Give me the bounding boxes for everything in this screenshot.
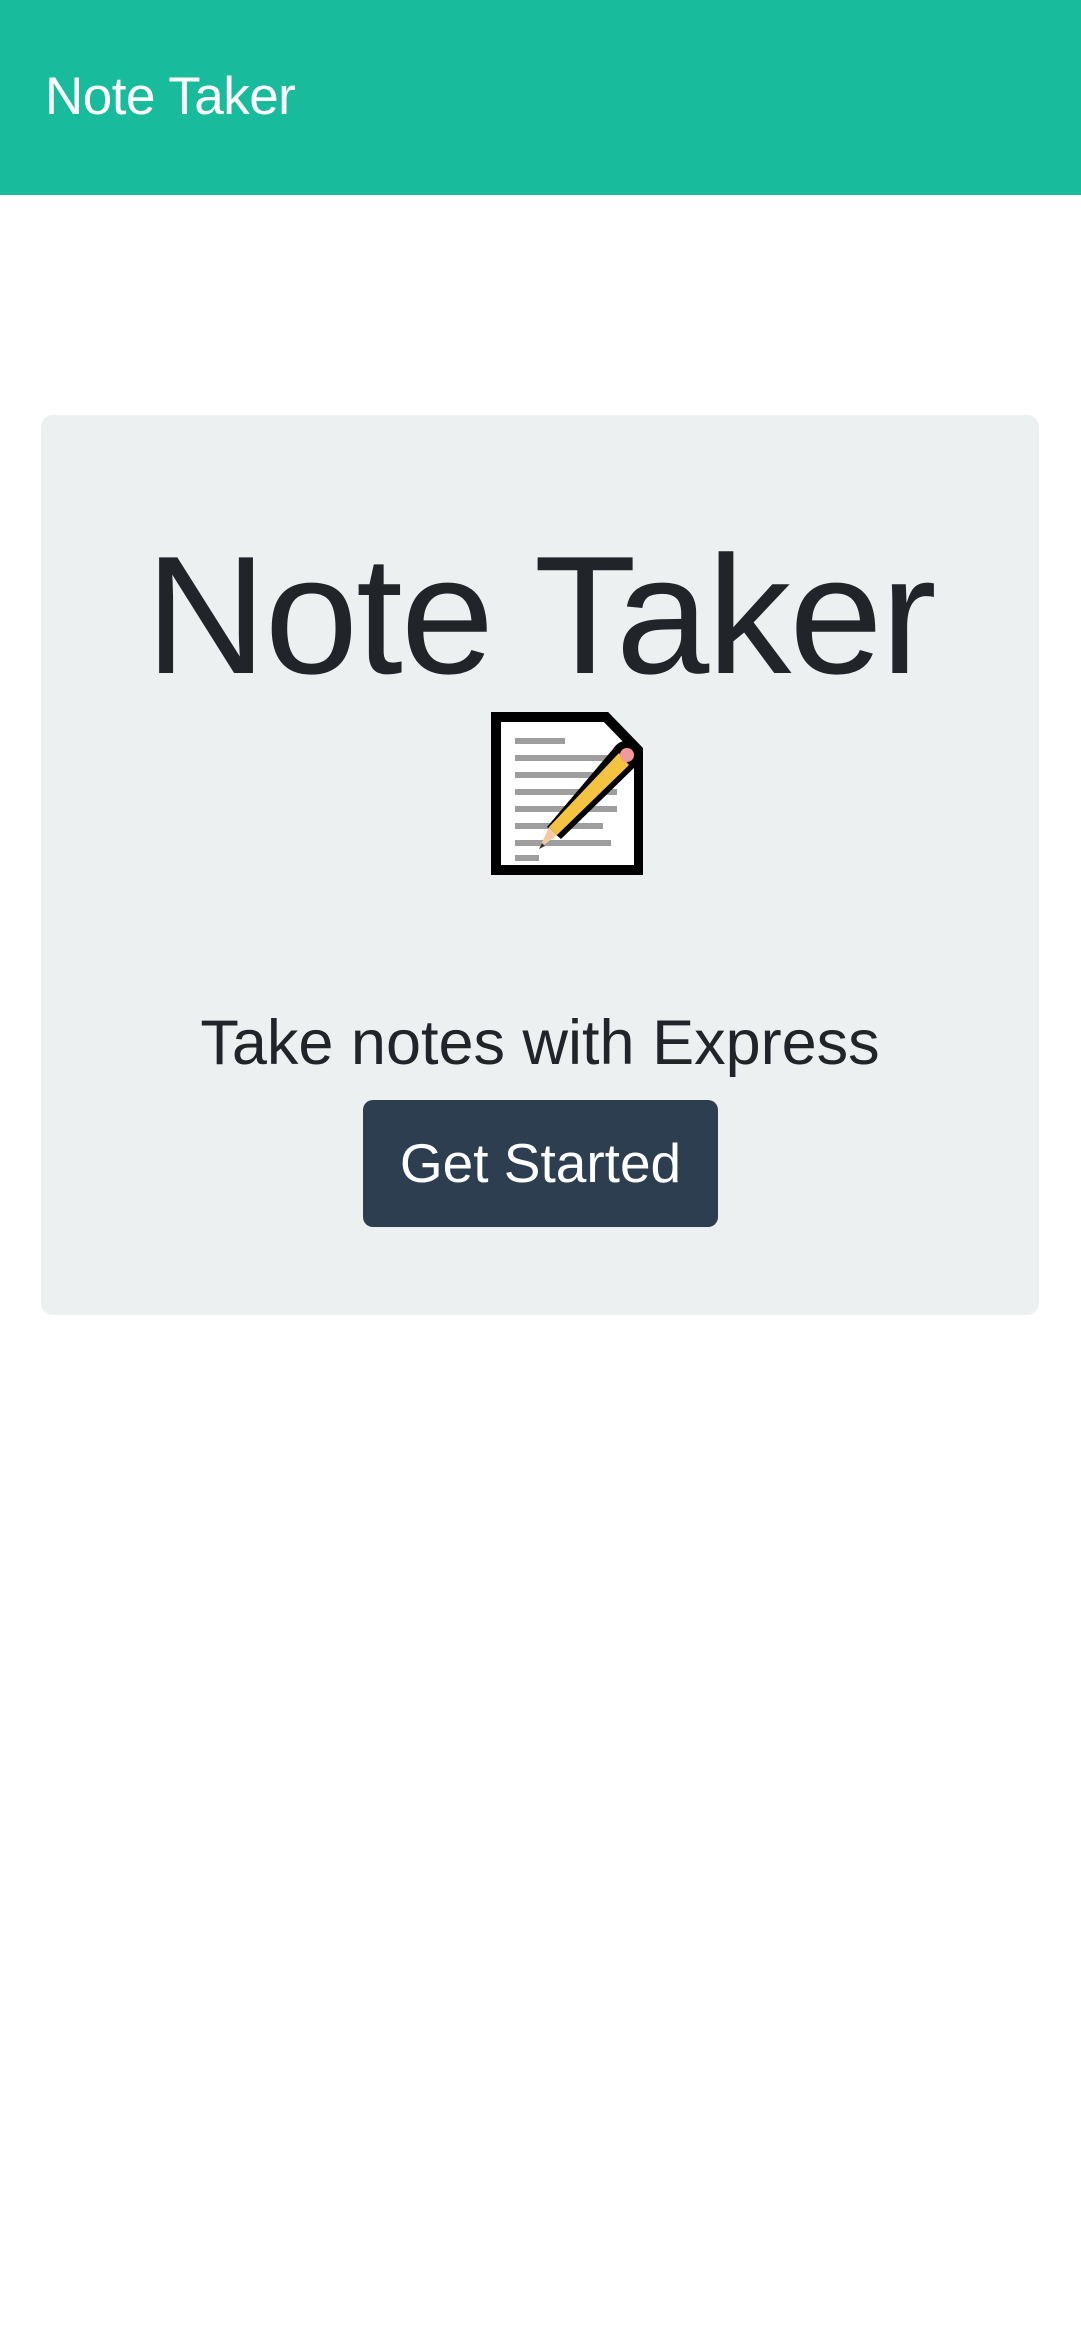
navbar: Note Taker (0, 0, 1081, 195)
jumbotron: Note Taker Take notes with Express Get S… (41, 415, 1039, 1315)
get-started-button[interactable]: Get Started (363, 1100, 718, 1227)
memo-icon (453, 695, 644, 885)
hero-title: Note Taker (145, 521, 936, 709)
hero-lead: Take notes with Express (200, 1008, 880, 1078)
navbar-brand[interactable]: Note Taker (45, 62, 296, 132)
